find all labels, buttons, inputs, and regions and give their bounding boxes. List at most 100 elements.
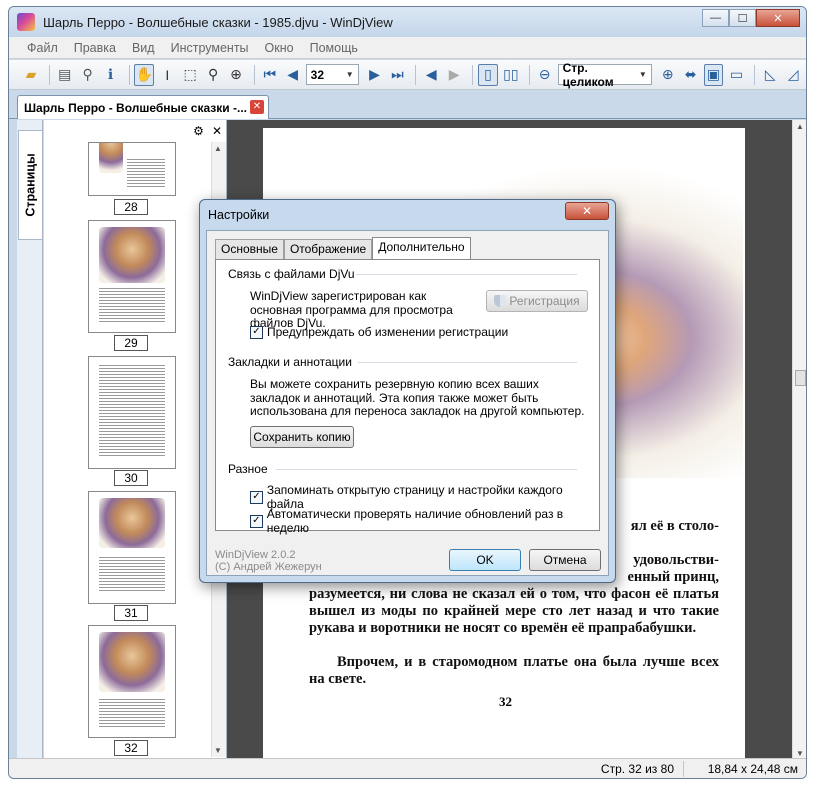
ok-button[interactable]: OK [449, 549, 521, 571]
prev-page-icon[interactable]: ◀ [283, 64, 303, 86]
zoom-combo[interactable]: Стр. целиком ▼ [557, 61, 652, 89]
find-icon[interactable]: ⚲ [78, 64, 98, 86]
menu-window[interactable]: Окно [257, 41, 302, 55]
menu-edit[interactable]: Правка [66, 41, 124, 55]
app-icon [17, 13, 35, 31]
scroll-up-icon[interactable]: ▲ [214, 144, 222, 153]
zoom-out-icon[interactable]: ⊖ [535, 64, 555, 86]
status-bar: Стр. 32 из 80 18,84 x 24,48 см [9, 758, 806, 778]
rotate-right-icon[interactable]: ◿ [783, 64, 803, 86]
minimize-button[interactable]: — [702, 9, 729, 27]
tab-pages[interactable]: Страницы [18, 130, 42, 240]
document-scrollbar[interactable]: ▲ ▼ [792, 120, 806, 760]
toolbar-separator [128, 64, 130, 85]
check-updates-checkbox[interactable]: ✓ Автоматически проверять наличие обновл… [250, 507, 599, 535]
forward-icon[interactable]: ▶ [444, 64, 464, 86]
thumbnail-image [99, 498, 165, 548]
group-djvu-association-title: Связь с файлами DjVu [228, 267, 355, 281]
magnify-icon[interactable]: ⊕ [226, 64, 246, 86]
thumbnail-page-31[interactable] [88, 491, 176, 604]
tab-close-icon[interactable]: ✕ [250, 100, 264, 114]
page-number-combo[interactable]: 32 ▼ [305, 64, 359, 85]
first-page-icon[interactable]: ⏮ [260, 64, 280, 86]
group-bookmarks-title: Закладки и аннотации [228, 355, 352, 369]
register-button[interactable]: Регистрация [486, 290, 588, 312]
sidebar-tab-strip: Страницы [17, 120, 43, 760]
print-icon[interactable]: ▤ [55, 64, 75, 86]
close-icon[interactable]: ✕ [212, 124, 222, 138]
register-button-label: Регистрация [509, 294, 580, 308]
thumbnail-page-30[interactable] [88, 356, 176, 469]
scroll-down-icon[interactable]: ▼ [796, 749, 804, 758]
version-info: WinDjView 2.0.2 (C) Андрей Жежерун [215, 549, 322, 573]
tab-general[interactable]: Основные [215, 239, 284, 259]
save-copy-button[interactable]: Сохранить копию [250, 426, 354, 448]
rect-select-icon[interactable]: ⬚ [180, 64, 200, 86]
thumbnail-label: 28 [114, 199, 148, 215]
document-tab-bar: Шарль Перро - Волшебные сказки -... ✕ [9, 91, 806, 119]
shield-icon [494, 295, 507, 307]
advanced-panel: Связь с файлами DjVu WinDjView зарегистр… [215, 259, 600, 535]
status-page-size: 18,84 x 24,48 см [707, 762, 798, 776]
thumbnail-text [127, 157, 165, 187]
thumbnail-label: 30 [114, 470, 148, 486]
maximize-button[interactable]: ☐ [729, 9, 756, 27]
page-number-value: 32 [310, 67, 324, 82]
menu-help[interactable]: Помощь [302, 41, 366, 55]
open-folder-icon[interactable]: ▰ [21, 64, 41, 86]
thumbnail-label: 29 [114, 335, 148, 351]
menu-file[interactable]: Файл [19, 41, 66, 55]
warn-registration-label: Предупреждать об изменении регистрации [267, 325, 509, 339]
next-page-icon[interactable]: ▶ [365, 64, 385, 86]
chevron-down-icon: ▼ [345, 70, 354, 79]
dialog-close-button[interactable]: ✕ [565, 202, 609, 220]
back-icon[interactable]: ◀ [421, 64, 441, 86]
toolbar-separator [528, 64, 530, 85]
scroll-down-icon[interactable]: ▼ [214, 746, 222, 755]
cancel-button[interactable]: Отмена [529, 549, 601, 571]
actual-size-icon[interactable]: ▭ [726, 64, 746, 86]
group-misc-title: Разное [228, 462, 268, 476]
info-icon[interactable]: ℹ [101, 64, 121, 86]
rotate-left-icon[interactable]: ◺ [760, 64, 780, 86]
toolbar-separator [48, 64, 50, 85]
document-tab[interactable]: Шарль Перро - Волшебные сказки -... ✕ [17, 95, 269, 119]
tab-display[interactable]: Отображение [283, 239, 373, 259]
thumbnail-text [99, 697, 165, 727]
single-page-icon[interactable]: ▯ [478, 63, 498, 86]
text-select-icon[interactable]: I [157, 64, 177, 86]
scroll-thumb[interactable] [795, 370, 806, 386]
thumbnail-page-32[interactable] [88, 625, 176, 738]
thumbnail-page-28[interactable] [88, 142, 176, 196]
last-page-icon[interactable]: ⏭ [388, 64, 408, 86]
page-number: 32 [499, 694, 512, 709]
gear-icon[interactable]: ⚙ [193, 124, 204, 138]
checkbox-box: ✓ [250, 490, 263, 504]
fit-page-icon[interactable]: ▣ [703, 63, 724, 86]
hand-tool-icon[interactable]: ✋ [134, 63, 155, 86]
title-bar: Шарль Перро - Волшебные сказки - 1985.dj… [9, 7, 806, 37]
checkbox-box: ✓ [250, 325, 263, 339]
toolbar-separator [415, 64, 417, 85]
document-tab-label: Шарль Перро - Волшебные сказки -... [24, 100, 247, 115]
zoom-in-icon[interactable]: ⊕ [658, 64, 678, 86]
scroll-up-icon[interactable]: ▲ [796, 122, 804, 131]
fit-width-icon[interactable]: ⬌ [681, 64, 701, 86]
status-divider [683, 761, 684, 777]
thumbnail-page-29[interactable] [88, 220, 176, 333]
chevron-down-icon: ▼ [638, 70, 647, 79]
tab-advanced[interactable]: Дополнительно [372, 237, 471, 259]
thumbnail-text [99, 286, 165, 322]
menu-view[interactable]: Вид [124, 41, 163, 55]
thumbnail-image [99, 143, 123, 173]
toolbar: ▰ ▤ ⚲ ℹ ✋ I ⬚ ⚲ ⊕ ⏮ ◀ 32 ▼ ▶ ⏭ ◀ ▶ ▯ ▯▯ … [9, 60, 806, 90]
warn-registration-checkbox[interactable]: ✓ Предупреждать об изменении регистрации [250, 325, 508, 339]
close-button[interactable]: ✕ [756, 9, 800, 27]
zoom-tool-icon[interactable]: ⚲ [203, 64, 223, 86]
menu-tools[interactable]: Инструменты [163, 41, 257, 55]
dialog-tabs: Основные Отображение Дополнительно [215, 237, 471, 259]
version-text: WinDjView 2.0.2 [215, 549, 296, 561]
book-view-icon[interactable]: ▯▯ [501, 64, 521, 86]
group-divider [358, 362, 577, 363]
checkbox-box: ✓ [250, 514, 263, 528]
